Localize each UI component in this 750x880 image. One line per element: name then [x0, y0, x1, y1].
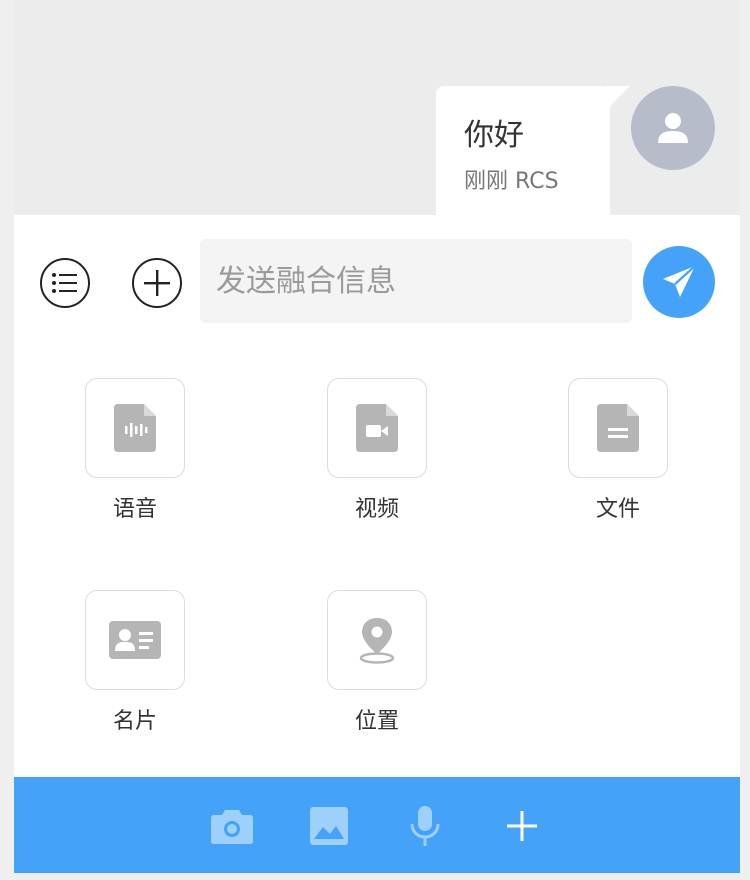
attach-video-button[interactable] — [327, 378, 427, 478]
video-file-icon — [356, 404, 398, 452]
location-pin-icon — [359, 618, 395, 664]
image-icon — [310, 807, 348, 845]
message-type: RCS — [515, 169, 559, 194]
add-button[interactable] — [132, 258, 182, 308]
microphone-icon — [410, 806, 440, 846]
document-file-icon — [597, 404, 639, 452]
paper-plane-icon — [663, 265, 696, 297]
attach-contact-label: 名片 — [112, 709, 157, 734]
attach-file-button[interactable] — [568, 378, 668, 478]
plus-circle-icon — [144, 270, 170, 296]
message-area: 你好 刚刚 RCS — [14, 0, 740, 215]
attach-location-label: 位置 — [354, 709, 399, 734]
list-icon — [52, 273, 77, 293]
message-bubble[interactable]: 你好 刚刚 RCS — [436, 86, 610, 215]
compose-panel: 语音 视频 文件 — [14, 215, 740, 777]
attach-audio-button[interactable] — [85, 378, 185, 478]
avatar[interactable] — [631, 86, 715, 170]
conversation-screen: 你好 刚刚 RCS 发送融合信息 语音 视频 文件 名片 位置 — [14, 0, 740, 880]
attach-location-button[interactable] — [327, 590, 427, 690]
menu-button[interactable] — [40, 258, 90, 308]
attach-contact-button[interactable] — [85, 590, 185, 690]
more-button[interactable] — [500, 804, 544, 848]
camera-icon — [211, 810, 253, 844]
user-icon — [658, 113, 688, 143]
audio-file-icon — [114, 404, 156, 452]
attach-file-label: 文件 — [595, 497, 640, 522]
contact-card-icon — [109, 621, 161, 659]
send-button[interactable] — [643, 246, 715, 318]
bubble-tail — [606, 86, 630, 110]
bottom-toolbar — [14, 777, 740, 873]
microphone-button[interactable] — [403, 804, 447, 848]
plus-icon — [507, 811, 537, 841]
message-time: 刚刚 — [464, 169, 509, 194]
message-input[interactable] — [200, 239, 632, 323]
attach-video-label: 视频 — [354, 497, 399, 522]
message-text: 你好 — [464, 118, 524, 153]
camera-button[interactable] — [210, 804, 254, 848]
attach-audio-label: 语音 — [112, 497, 157, 522]
gallery-button[interactable] — [307, 804, 351, 848]
message-meta: 刚刚 RCS — [464, 163, 559, 195]
